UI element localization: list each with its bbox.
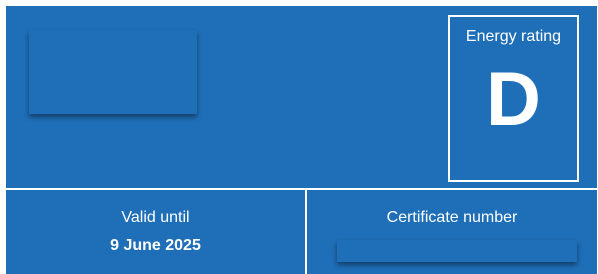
valid-until-date: 9 June 2025 <box>110 237 201 254</box>
valid-until-label: Valid until <box>121 209 190 226</box>
redacted-certificate-number <box>337 240 577 262</box>
certificate-details: Valid until 9 June 2025 Certificate numb… <box>6 190 597 274</box>
energy-rating-box: Energy rating D <box>448 15 579 182</box>
valid-until-cell: Valid until 9 June 2025 <box>6 190 307 274</box>
certificate-number-cell: Certificate number <box>307 190 597 274</box>
energy-rating-letter: D <box>486 57 541 142</box>
certificate-header: Energy rating D <box>6 6 597 190</box>
energy-certificate-summary: Energy rating D Valid until 9 June 2025 … <box>6 6 597 274</box>
redacted-address-block <box>29 30 197 114</box>
energy-rating-title: Energy rating <box>465 28 562 45</box>
certificate-number-label: Certificate number <box>386 209 518 226</box>
